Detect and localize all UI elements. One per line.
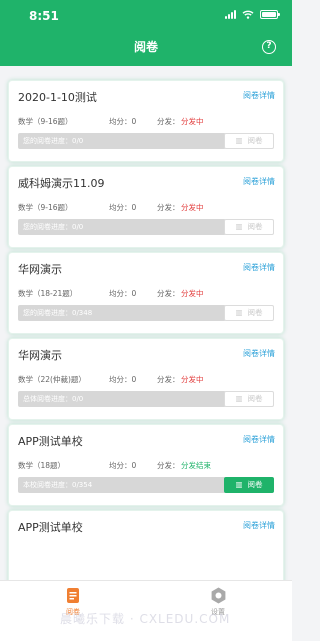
distribution-label: 分发： [157, 289, 180, 298]
exam-average: 均分：0 [109, 289, 137, 298]
book-icon: ▥ [235, 394, 243, 403]
exam-card: 华网演示 阅卷详情 数学（18-21题） 均分：0 分发： 分发中 您的阅卷进度… [8, 252, 284, 334]
distribution-status: 分发中 [181, 203, 204, 212]
exam-detail-link[interactable]: 阅卷详情 [243, 262, 275, 273]
distribution-status: 分发中 [181, 289, 204, 298]
review-button[interactable]: ▥ 阅卷 [224, 305, 274, 321]
exam-name: 2020-1-10测试 [18, 91, 97, 104]
review-button-label: 阅卷 [247, 480, 263, 489]
exam-subject: 数学（22(仲裁)题） [18, 375, 86, 384]
exam-name: 华网演示 [18, 349, 62, 362]
distribution-status: 分发中 [181, 117, 204, 126]
exam-card: 华网演示 阅卷详情 数学（22(仲裁)题） 均分：0 分发： 分发中 总体阅卷进… [8, 338, 284, 420]
exam-average: 均分：0 [109, 461, 137, 470]
review-progress: 您的阅卷进度：0/348 [18, 305, 226, 321]
exam-name: APP测试单校 [18, 435, 83, 448]
exam-list[interactable]: 2020-1-10测试 阅卷详情 数学（9-16题） 均分：0 分发： 分发中 … [0, 66, 292, 580]
status-bar: 8:51 [0, 0, 292, 30]
review-button[interactable]: ▥ 阅卷 [224, 477, 274, 493]
exam-detail-link[interactable]: 阅卷详情 [243, 90, 275, 101]
distribution-status: 分发结束 [181, 461, 211, 470]
exam-subject: 数学（9-16题） [18, 117, 73, 126]
review-progress: 您的阅卷进度：0/0 [18, 219, 226, 235]
book-icon: ▥ [235, 308, 243, 317]
exam-name: 威科姆演示11.09 [18, 177, 105, 190]
book-icon: ▥ [235, 136, 243, 145]
exam-detail-link[interactable]: 阅卷详情 [243, 176, 275, 187]
exam-card: 2020-1-10测试 阅卷详情 数学（9-16题） 均分：0 分发： 分发中 … [8, 80, 284, 162]
review-button-label: 阅卷 [247, 136, 263, 145]
help-icon[interactable]: ? [262, 40, 276, 54]
review-progress: 总体阅卷进度：0/0 [18, 391, 226, 407]
exam-name: APP测试单校 [18, 521, 83, 534]
review-button-label: 阅卷 [247, 308, 263, 317]
wifi-icon [242, 10, 254, 19]
navigation-bar: 8:51 阅卷 ? [0, 0, 292, 66]
exam-detail-link[interactable]: 阅卷详情 [243, 434, 275, 445]
exam-detail-link[interactable]: 阅卷详情 [243, 348, 275, 359]
exam-average: 均分：0 [109, 375, 137, 384]
exam-card: APP测试单校 阅卷详情 [8, 510, 284, 580]
status-icons [225, 10, 280, 19]
exam-name: 华网演示 [18, 263, 62, 276]
exam-average: 均分：0 [109, 117, 137, 126]
book-icon: ▥ [235, 480, 243, 489]
exam-subject: 数学（9-16题） [18, 203, 73, 212]
exam-subject: 数学（18题） [18, 461, 66, 470]
review-button-label: 阅卷 [247, 222, 263, 231]
review-button[interactable]: ▥ 阅卷 [224, 391, 274, 407]
document-icon [67, 588, 79, 603]
review-button[interactable]: ▥ 阅卷 [224, 219, 274, 235]
review-progress: 本校阅卷进度：0/354 [18, 477, 226, 493]
gear-icon [211, 587, 225, 604]
exam-subject: 数学（18-21题） [18, 289, 78, 298]
distribution-label: 分发： [157, 203, 180, 212]
book-icon: ▥ [235, 222, 243, 231]
exam-detail-link[interactable]: 阅卷详情 [243, 520, 275, 531]
review-button[interactable]: ▥ 阅卷 [224, 133, 274, 149]
status-time: 8:51 [29, 9, 59, 23]
exam-average: 均分：0 [109, 203, 137, 212]
exam-card: 威科姆演示11.09 阅卷详情 数学（9-16题） 均分：0 分发： 分发中 您… [8, 166, 284, 248]
exam-card: APP测试单校 阅卷详情 数学（18题） 均分：0 分发： 分发结束 本校阅卷进… [8, 424, 284, 506]
distribution-label: 分发： [157, 375, 180, 384]
page-title: 阅卷 [133, 40, 158, 54]
distribution-label: 分发： [157, 461, 180, 470]
distribution-label: 分发： [157, 117, 180, 126]
watermark: 晨曦乐下载 · CXLEDU.COM [60, 612, 231, 626]
battery-icon [260, 10, 280, 19]
signal-icon [225, 10, 236, 19]
distribution-status: 分发中 [181, 375, 204, 384]
review-button-label: 阅卷 [247, 394, 263, 403]
review-progress: 您的阅卷进度：0/0 [18, 133, 226, 149]
